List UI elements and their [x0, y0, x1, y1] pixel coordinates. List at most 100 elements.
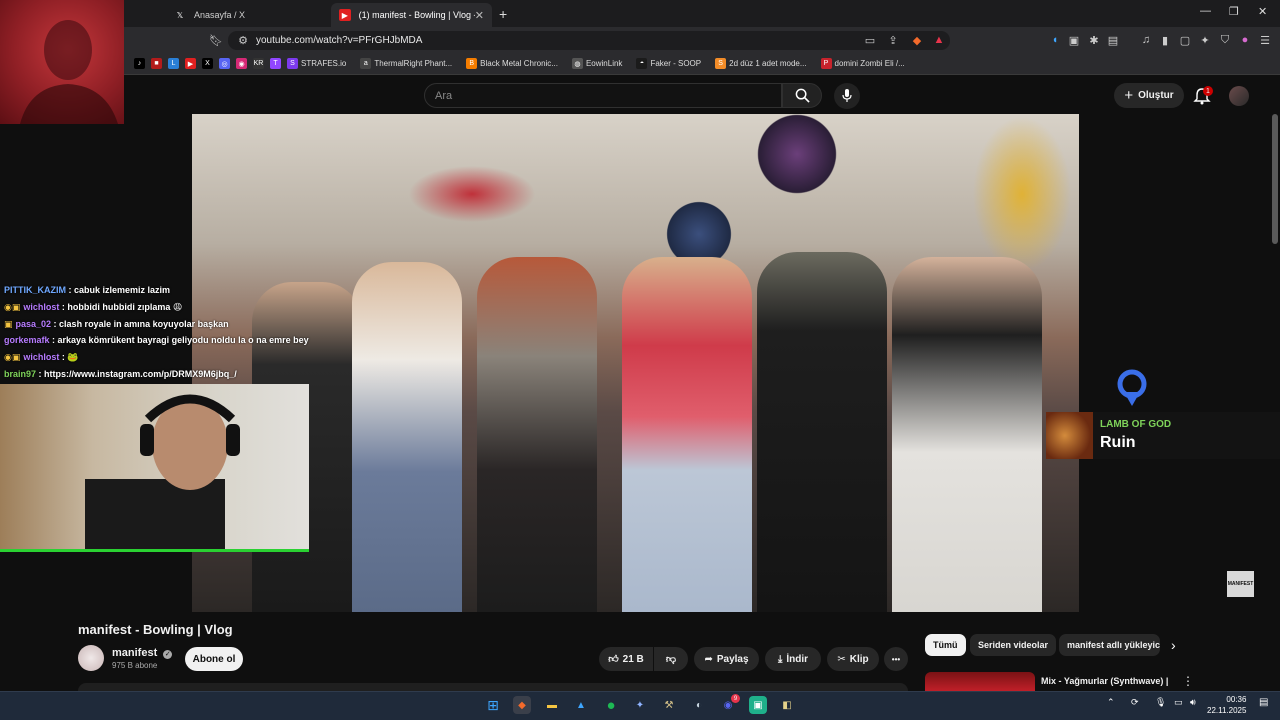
bookmark-item[interactable]: ♪: [134, 58, 145, 69]
bookmark-item[interactable]: ▶: [185, 58, 196, 69]
bookmark-item[interactable]: S 2d düz 1 adet mode...: [715, 58, 807, 69]
bookmark-item[interactable]: KR: [253, 58, 264, 69]
share-icon[interactable]: ⇪: [886, 33, 900, 47]
channel-watermark[interactable]: MANIFEST: [1227, 571, 1254, 597]
bookmark-item[interactable]: B Black Metal Chronic...: [466, 58, 558, 69]
tab-label: Anasayfa / X: [194, 10, 246, 20]
thumbs-down-icon: 👎︎: [665, 654, 677, 665]
recommended-menu-icon[interactable]: ⋮: [1182, 674, 1194, 688]
channel-avatar[interactable]: [78, 645, 104, 671]
url-text: youtube.com/watch?v=PFrGHJbMDA: [256, 35, 423, 46]
profile-icon[interactable]: ●: [1238, 33, 1252, 47]
create-button[interactable]: + Oluştur: [1114, 83, 1184, 108]
microphone-icon: [842, 89, 852, 102]
cast-icon[interactable]: ▭: [863, 33, 877, 47]
clip-button[interactable]: ✂ Klip: [827, 647, 879, 671]
verified-icon: ✓: [163, 650, 173, 659]
media-icon[interactable]: ♫: [1139, 33, 1153, 47]
url-field[interactable]: youtube.com/watch?v=PFrGHJbMDA: [228, 31, 950, 50]
bookmark-item[interactable]: Pdomini Zombi Eli /...: [820, 58, 905, 69]
page-scrollbar[interactable]: [1272, 114, 1278, 244]
new-tab-button[interactable]: +: [499, 6, 507, 22]
volume-icon[interactable]: 🔊︎: [1190, 697, 1196, 708]
chat-message: brain97 : https://www.instagram.com/p/DR…: [4, 369, 237, 379]
close-tab-icon[interactable]: ✕: [475, 9, 484, 22]
extension-1-icon[interactable]: ▣: [1067, 33, 1081, 47]
chat-username: wichlost: [23, 352, 60, 363]
menu-icon[interactable]: ☰: [1258, 33, 1272, 47]
tray-chevron-icon[interactable]: ⌃: [1107, 697, 1115, 708]
kr-icon: KR: [253, 58, 264, 69]
chip-series[interactable]: Seriden videolar: [970, 634, 1057, 656]
site-settings-icon[interactable]: ⚙: [236, 33, 250, 47]
bookmark-item[interactable]: a ThermalRight Phant...: [360, 58, 452, 69]
microphone-tray-icon[interactable]: 🎙︎: [1155, 697, 1166, 708]
app-icon[interactable]: ◧: [778, 696, 796, 714]
bookmark-item[interactable]: X: [202, 58, 213, 69]
download-button[interactable]: ⤓ İndir: [765, 647, 821, 671]
taskbar-clock[interactable]: 00:36 22.11.2025: [1207, 694, 1246, 716]
tab-x-home[interactable]: 𝕏 Anasayfa / X: [166, 3, 326, 27]
clock-time: 00:36: [1226, 695, 1247, 704]
share-button[interactable]: ➦ Paylaş: [694, 647, 759, 671]
steam-icon[interactable]: ◐: [690, 696, 708, 714]
search-button[interactable]: [782, 83, 822, 108]
restore-icon[interactable]: ❐: [1229, 5, 1239, 18]
recommended-title[interactable]: Mix - Yağmurlar (Synthwave) |: [1041, 676, 1168, 686]
like-button[interactable]: 👍︎ 21 B: [599, 647, 653, 671]
brave-browser-icon[interactable]: ◆: [513, 696, 531, 714]
audio-icon[interactable]: ◖: [1048, 33, 1062, 47]
create-label: Oluştur: [1138, 90, 1174, 101]
vpn-icon[interactable]: ⛉: [1218, 33, 1232, 47]
bookmark-item[interactable]: ◍ EowinLink: [571, 58, 623, 69]
voice-search-button[interactable]: [834, 83, 860, 109]
chat-separator: :: [36, 369, 45, 379]
tools-icon[interactable]: ⚒: [660, 696, 678, 714]
spotify-icon[interactable]: ●: [602, 696, 620, 714]
recommended-thumbnail[interactable]: [925, 672, 1035, 692]
bookmark-item[interactable]: ◓ Faker - SOOP: [636, 58, 701, 69]
more-actions-button[interactable]: •••: [884, 647, 908, 671]
file-explorer-icon[interactable]: ▬: [543, 696, 561, 714]
bookmark-item[interactable]: T: [270, 58, 281, 69]
extensions-icon[interactable]: ✱: [1087, 33, 1101, 47]
leo-ai-icon[interactable]: ✦: [1198, 33, 1212, 47]
search-icon: [795, 88, 810, 103]
brave-shield-icon[interactable]: ◆: [910, 33, 924, 47]
brave-rewards-icon[interactable]: ▲: [932, 33, 946, 47]
chat-username: wichlost: [23, 301, 60, 312]
chevron-right-icon[interactable]: ›: [1171, 637, 1176, 653]
notifications-center-icon[interactable]: ▤: [1259, 697, 1268, 708]
bookmark-item[interactable]: ◎: [219, 58, 230, 69]
bookmark-item[interactable]: ■: [151, 58, 162, 69]
bookmark-label: Faker - SOOP: [650, 59, 702, 68]
bookmark-item[interactable]: L: [168, 58, 179, 69]
network-icon[interactable]: ▭: [1174, 697, 1183, 708]
dislike-button[interactable]: 👎︎: [654, 647, 688, 671]
account-avatar[interactable]: [1229, 86, 1249, 106]
chat-app-icon[interactable]: ▣: [749, 696, 767, 714]
bookmark-item[interactable]: S STRAFES.io: [287, 58, 346, 69]
network-app-icon[interactable]: ✦: [631, 696, 649, 714]
bookmark-item[interactable]: ◉: [236, 58, 247, 69]
chip-uploader[interactable]: manifest adlı yükleyic: [1059, 634, 1160, 656]
channel-name[interactable]: manifest ✓: [112, 647, 173, 659]
chip-all[interactable]: Tümü: [925, 634, 966, 656]
close-window-icon[interactable]: ✕: [1258, 5, 1267, 18]
bookmark-icon[interactable]: 🔖︎: [209, 33, 223, 47]
wallet-icon[interactable]: ▢: [1178, 33, 1192, 47]
extension-2-icon[interactable]: ▤: [1106, 33, 1120, 47]
sync-icon[interactable]: ⟳: [1131, 697, 1139, 708]
bookmark-label: ThermalRight Phant...: [374, 59, 453, 68]
minimize-icon[interactable]: —: [1200, 5, 1211, 17]
photos-icon[interactable]: ▲: [572, 696, 590, 714]
share-arrow-icon: ➦: [704, 653, 713, 665]
now-playing-title: Ruin: [1100, 434, 1136, 451]
bookmark-label: EowinLink: [585, 59, 623, 68]
chat-text: hobbidi hubbidi zıplama 😩: [67, 301, 183, 312]
windows-start-icon[interactable]: ⊞: [484, 696, 502, 714]
sidebar-icon[interactable]: ▮: [1158, 33, 1172, 47]
subscribe-button[interactable]: Abone ol: [185, 647, 243, 671]
tab-youtube-active[interactable]: ▶ (1) manifest - Bowling | Vlog - Yo ✕: [331, 3, 492, 27]
search-input[interactable]: Ara: [424, 83, 782, 108]
